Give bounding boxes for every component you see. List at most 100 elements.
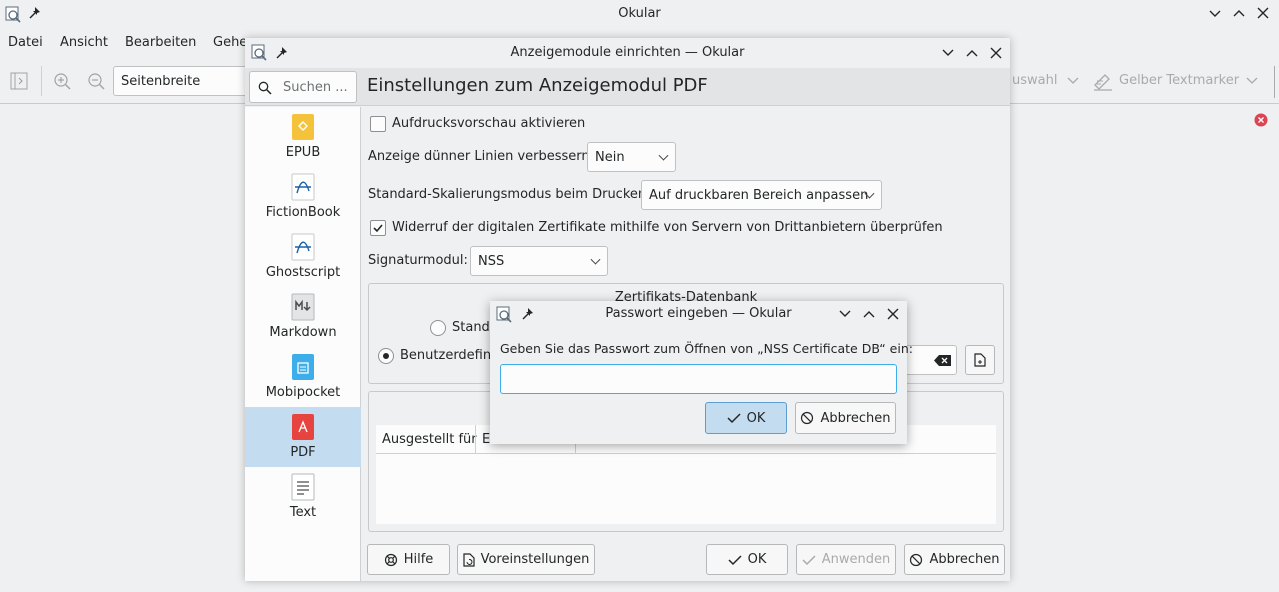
fictionbook-icon xyxy=(291,173,315,201)
cancel-button[interactable]: Abbrechen xyxy=(904,544,1005,575)
chevron-down-icon xyxy=(590,254,601,265)
scaling-value: Auf druckbaren Bereich anpassen xyxy=(649,187,869,203)
overprint-preview-checkbox[interactable] xyxy=(370,116,386,132)
sidebar-label: EPUB xyxy=(285,145,321,160)
thin-lines-label: Anzeige dünner Linien verbessern: xyxy=(368,149,595,164)
defaults-button-label: Voreinstellungen xyxy=(480,552,590,567)
page-heading: Einstellungen zum Anzeigemodul PDF xyxy=(367,75,708,96)
sidebar-label: Ghostscript xyxy=(265,265,341,280)
column-e[interactable]: E xyxy=(482,432,490,447)
revocation-checkbox[interactable] xyxy=(370,220,386,236)
search-icon xyxy=(258,81,272,95)
maximize-icon[interactable] xyxy=(862,307,876,321)
dialog-title: Anzeigemodule einrichten — Okular xyxy=(510,45,745,60)
chevron-down-icon[interactable] xyxy=(1067,76,1079,86)
apply-button[interactable]: Anwenden xyxy=(796,544,896,575)
search-placeholder: Suchen ... xyxy=(283,80,348,95)
password-ok-button[interactable]: OK xyxy=(705,402,787,434)
close-icon[interactable] xyxy=(989,46,1003,60)
menu-bearbeiten[interactable]: Bearbeiten xyxy=(125,35,196,50)
password-cancel-label: Abbrechen xyxy=(820,410,891,426)
zoom-in-icon[interactable] xyxy=(53,72,71,90)
main-titlebar: Okular xyxy=(0,0,1279,28)
scaling-combo[interactable]: Auf druckbaren Bereich anpassen xyxy=(641,180,882,210)
document-revert-icon xyxy=(462,552,475,567)
ok-button-label: OK xyxy=(747,552,767,567)
sidebar-toggle-icon[interactable] xyxy=(10,72,28,90)
check-icon xyxy=(727,413,741,424)
sidebar-item-epub[interactable]: EPUB xyxy=(245,107,361,167)
radio-custom-db[interactable] xyxy=(378,348,394,364)
check-icon xyxy=(802,554,816,565)
menu-ansicht[interactable]: Ansicht xyxy=(60,35,108,50)
cancel-icon xyxy=(910,553,923,566)
clear-text-icon[interactable] xyxy=(934,354,952,367)
password-cancel-button[interactable]: Abbrechen xyxy=(795,402,896,434)
selection-tool-label[interactable]: uswahl xyxy=(1012,73,1057,88)
sidebar-label: Text xyxy=(289,505,317,520)
password-input[interactable] xyxy=(500,364,897,394)
dialog-header: Suchen ... Einstellungen zum Anzeigemodu… xyxy=(245,68,1010,106)
menu-datei[interactable]: Datei xyxy=(8,35,43,50)
chevron-down-icon xyxy=(658,150,669,161)
error-close-icon[interactable] xyxy=(1254,113,1268,127)
ghostscript-icon xyxy=(291,233,315,261)
cancel-button-label: Abbrechen xyxy=(929,552,1000,567)
highlighter-label[interactable]: Gelber Textmarker xyxy=(1119,73,1239,88)
maximize-icon[interactable] xyxy=(965,46,979,60)
sidebar-item-fictionbook[interactable]: FictionBook xyxy=(245,167,361,227)
signature-module-combo[interactable]: NSS xyxy=(470,246,608,276)
zoom-out-icon[interactable] xyxy=(87,72,105,90)
sidebar-label: PDF xyxy=(290,445,316,460)
signature-module-value: NSS xyxy=(478,253,505,269)
zoom-combo[interactable]: Seitenbreite xyxy=(113,66,253,96)
markdown-icon xyxy=(291,293,315,321)
ok-button[interactable]: OK xyxy=(706,544,788,575)
help-button-label: Hilfe xyxy=(403,552,434,567)
sidebar-item-markdown[interactable]: Markdown xyxy=(245,287,361,347)
column-issued-to[interactable]: Ausgestellt für xyxy=(382,432,477,447)
check-icon xyxy=(728,554,742,565)
signature-module-label: Signaturmodul: xyxy=(368,253,468,268)
window-title: Okular xyxy=(618,6,661,21)
password-prompt: Geben Sie das Passwort zum Öffnen von „N… xyxy=(500,341,913,356)
text-icon xyxy=(291,473,315,501)
sidebar-item-mobipocket[interactable]: Mobipocket xyxy=(245,347,361,407)
backend-sidebar: EPUB FictionBook Ghostscript Markdown Mo… xyxy=(245,107,361,581)
check-icon xyxy=(373,224,383,233)
browse-button[interactable] xyxy=(965,345,995,375)
radio-custom-label: Benutzerdefini xyxy=(400,348,495,363)
cancel-icon xyxy=(801,411,814,425)
sidebar-item-pdf[interactable]: PDF xyxy=(245,407,361,467)
toolbar-separator xyxy=(41,66,42,96)
open-file-icon xyxy=(974,353,986,367)
sidebar-item-text[interactable]: Text xyxy=(245,467,361,527)
chevron-down-icon[interactable] xyxy=(1246,76,1258,86)
help-lifebuoy-icon xyxy=(384,553,397,566)
close-icon[interactable] xyxy=(1256,6,1270,20)
help-button[interactable]: Hilfe xyxy=(367,544,450,575)
menu-gehe[interactable]: Gehe xyxy=(213,35,247,50)
close-icon[interactable] xyxy=(886,307,900,321)
password-dialog: Passwort eingeben — Okular Geben Sie das… xyxy=(490,301,913,444)
thin-lines-combo[interactable]: Nein xyxy=(587,142,676,172)
revocation-label: Widerruf der digitalen Zertifikate mithi… xyxy=(392,220,943,235)
password-ok-label: OK xyxy=(746,410,766,426)
zoom-combo-value: Seitenbreite xyxy=(121,73,201,89)
maximize-icon[interactable] xyxy=(1232,6,1246,20)
minimize-icon[interactable] xyxy=(838,307,852,321)
sidebar-item-ghostscript[interactable]: Ghostscript xyxy=(245,227,361,287)
minimize-icon[interactable] xyxy=(941,46,955,60)
pdf-icon xyxy=(292,414,314,440)
sidebar-label: FictionBook xyxy=(265,205,341,220)
sidebar-label: Markdown xyxy=(269,325,337,340)
overprint-preview-label: Aufdrucksvorschau aktivieren xyxy=(392,116,586,131)
thin-lines-value: Nein xyxy=(595,149,625,165)
minimize-icon[interactable] xyxy=(1208,7,1222,21)
defaults-button[interactable]: Voreinstellungen xyxy=(457,544,595,575)
highlighter-icon[interactable] xyxy=(1092,71,1114,91)
search-field[interactable]: Suchen ... xyxy=(249,71,357,103)
apply-button-label: Anwenden xyxy=(821,552,891,567)
radio-default-db[interactable] xyxy=(430,320,446,336)
column-divider xyxy=(475,425,476,454)
